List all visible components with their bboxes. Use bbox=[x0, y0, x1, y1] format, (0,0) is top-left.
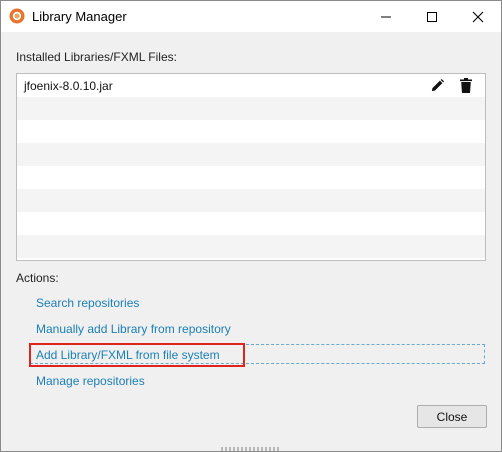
search-repositories-link[interactable]: Search repositories bbox=[36, 296, 139, 310]
list-row-empty bbox=[17, 212, 485, 235]
list-row-empty bbox=[17, 235, 485, 258]
list-row-empty bbox=[17, 120, 485, 143]
installed-libraries-list[interactable]: jfoenix-8.0.10.jar bbox=[16, 73, 486, 261]
window-title: Library Manager bbox=[32, 9, 127, 24]
list-item[interactable]: jfoenix-8.0.10.jar bbox=[17, 74, 485, 97]
manually-add-library-link[interactable]: Manually add Library from repository bbox=[36, 322, 231, 336]
close-button[interactable]: Close bbox=[417, 405, 487, 428]
edit-icon[interactable] bbox=[430, 78, 445, 93]
list-row-empty bbox=[17, 143, 485, 166]
library-name: jfoenix-8.0.10.jar bbox=[24, 79, 113, 93]
list-row-empty bbox=[17, 258, 485, 260]
list-row-empty bbox=[17, 166, 485, 189]
red-highlight-annotation bbox=[29, 343, 245, 367]
minimize-icon bbox=[381, 16, 391, 17]
list-row-empty bbox=[17, 189, 485, 212]
title-bar[interactable]: Library Manager bbox=[1, 1, 501, 32]
scene-builder-icon bbox=[9, 8, 25, 24]
minimize-button[interactable] bbox=[363, 1, 409, 32]
actions-label: Actions: bbox=[16, 271, 59, 285]
maximize-button[interactable] bbox=[409, 1, 455, 32]
list-row-empty bbox=[17, 97, 485, 120]
delete-icon[interactable] bbox=[460, 78, 472, 93]
library-manager-window: Library Manager Installed Libraries/FXML… bbox=[0, 0, 502, 452]
maximize-icon bbox=[427, 11, 437, 22]
close-icon bbox=[472, 11, 484, 22]
resize-grip[interactable] bbox=[221, 447, 281, 451]
manage-repositories-link[interactable]: Manage repositories bbox=[36, 374, 145, 388]
installed-libraries-label: Installed Libraries/FXML Files: bbox=[16, 50, 177, 64]
close-window-button[interactable] bbox=[455, 1, 501, 32]
